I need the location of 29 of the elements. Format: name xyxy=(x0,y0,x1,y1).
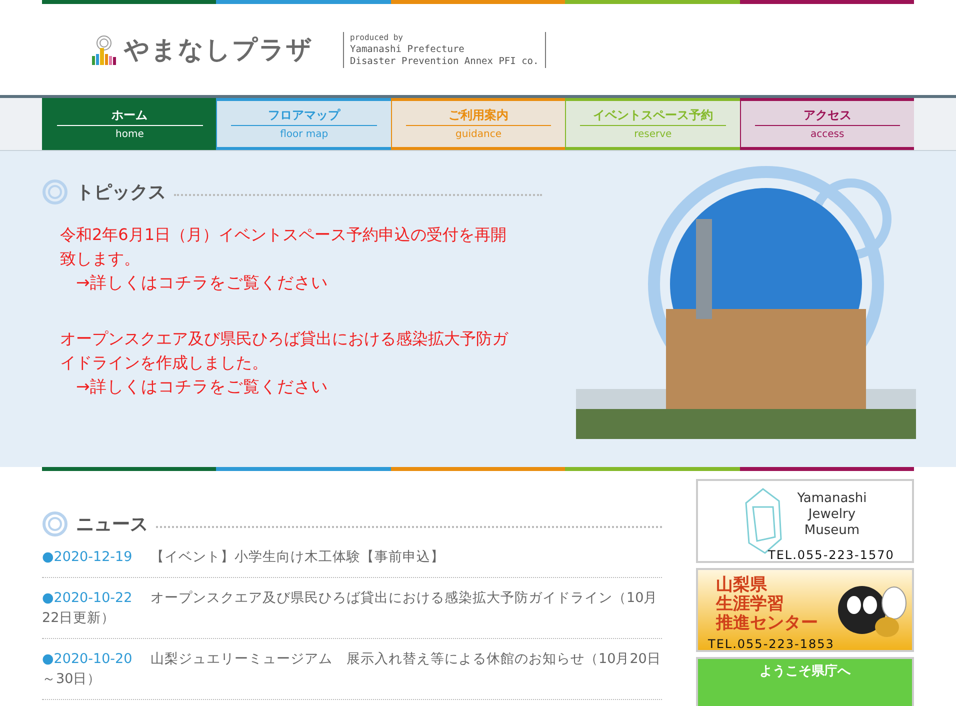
topic-link[interactable]: →詳しくはコチラをご覧ください xyxy=(60,375,542,399)
banner-text: Yamanashi xyxy=(797,491,867,507)
credit-text: produced by xyxy=(350,32,404,44)
banner-text: 推進センター xyxy=(716,614,818,632)
ring-icon xyxy=(42,179,68,205)
topic-text: 令和2年6月1日（月）イベントスペース予約申込の受付を再開致します。 xyxy=(60,224,508,270)
site-logo-text[interactable]: やまなしプラザ xyxy=(124,33,313,66)
banner-text: Jewelry xyxy=(806,507,857,523)
news-item[interactable]: ●2020-10-22 オープンスクエア及び県民ひろば貸出における感染拡大予防ガイドライン（10月22日更新） xyxy=(42,578,662,639)
nav-tab[interactable]: ホーム home xyxy=(42,98,216,150)
banner[interactable]: Yamanashi Jewelry Museum TEL.055-223-1570 xyxy=(696,479,914,563)
nav-tab[interactable]: アクセス access xyxy=(740,98,914,150)
banner-text: ようこそ県庁へ xyxy=(760,662,850,680)
credit-text: Disaster Prevention Annex PFI co. xyxy=(350,56,539,68)
ring-icon xyxy=(42,511,68,537)
banner-text: Museum xyxy=(803,523,861,539)
banner[interactable]: 山梨県 生涯学習 推進センター TEL.055-223-1853 xyxy=(696,568,914,652)
topic-link[interactable]: →詳しくはコチラをご覧ください xyxy=(60,271,542,295)
section-title: トピックス xyxy=(76,181,166,204)
section-title: ニュース xyxy=(76,513,148,536)
banner-text: 山梨県 xyxy=(716,576,768,594)
phone-number: TEL.055-223-1853 xyxy=(708,637,834,651)
news-item[interactable]: ●2020-12-19 【イベント】小学生向け木工体験【事前申込】 xyxy=(42,537,662,578)
phone-number: TEL.055-223-1570 xyxy=(768,548,894,562)
banner-text: 生涯学習 xyxy=(716,594,785,614)
logo-icon xyxy=(90,34,118,66)
credit-text: Yamanashi Prefecture xyxy=(350,44,466,56)
topic-text: オープンスクエア及び県民ひろば貸出における感染拡大予防ガイドラインを作成しました。 xyxy=(60,328,510,374)
news-item[interactable]: ●2020-10-20 山梨ジュエリーミュージアム 展示入れ替え等による休館のお知らせ（10月20日～30日） xyxy=(42,639,662,700)
